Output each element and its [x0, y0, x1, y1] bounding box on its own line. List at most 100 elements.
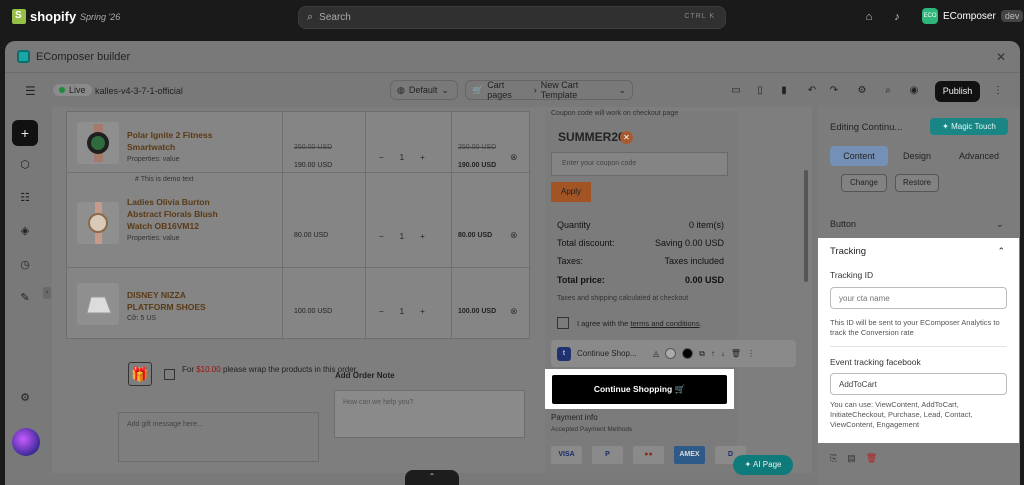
more-vertical-icon[interactable]: ⋮: [989, 82, 1007, 99]
color-swatch-dark[interactable]: [682, 348, 694, 359]
more-icon[interactable]: ⋮: [747, 349, 755, 358]
gift-message-input[interactable]: Add gift message here...: [118, 412, 319, 462]
ai-page-label: AI Page: [753, 460, 782, 469]
shopify-logo[interactable]: shopify: [12, 9, 76, 24]
remove-coupon-icon[interactable]: ✕: [620, 131, 633, 144]
quantity-stepper[interactable]: − 1 +: [379, 153, 425, 162]
chevron-down-icon[interactable]: ⌄: [996, 219, 1004, 230]
product-name[interactable]: Ladies Olivia Burton Abstract Florals Bl…: [127, 196, 227, 232]
terms-link[interactable]: terms and conditions: [630, 319, 699, 328]
templates-icon[interactable]: ☷: [12, 185, 38, 211]
close-icon[interactable]: ✕: [996, 50, 1006, 64]
bell-icon[interactable]: ♪: [890, 10, 904, 24]
mobile-view-icon[interactable]: ▮: [775, 82, 793, 99]
payment-info-subtitle: Accepted Payment Methods: [551, 426, 633, 433]
restore-button[interactable]: Restore: [895, 174, 939, 192]
delete-icon[interactable]: 🗑: [866, 453, 877, 464]
theme-style-icon[interactable]: ✎: [12, 285, 38, 311]
element-name[interactable]: Continue Shop...: [577, 349, 647, 358]
tab-design[interactable]: Design: [888, 146, 946, 166]
add-element-icon[interactable]: +: [12, 120, 38, 146]
tab-content[interactable]: Content: [830, 146, 888, 166]
desktop-view-icon[interactable]: ▭: [727, 82, 745, 99]
coupon-input[interactable]: Enter your coupon code: [551, 152, 728, 176]
cart-icon: 🛒: [472, 84, 484, 95]
tablet-view-icon[interactable]: ▯: [751, 82, 769, 99]
chevron-up-icon[interactable]: ⌃: [997, 246, 1005, 257]
remove-item-icon[interactable]: ⊗: [510, 152, 518, 163]
search-input[interactable]: ⌕ Search CTRL K: [298, 6, 726, 29]
ai-avatar[interactable]: [12, 428, 40, 456]
divider: [830, 346, 1007, 347]
change-button[interactable]: Change: [841, 174, 887, 192]
product-name[interactable]: Polar Ignite 2 Fitness Smartwatch: [127, 129, 222, 153]
remove-item-icon[interactable]: ⊗: [510, 230, 518, 241]
shopify-topbar: shopify Spring '26 ⌕ Search CTRL K ⌂ ♪ E…: [0, 0, 1024, 35]
terms-checkbox[interactable]: [557, 317, 569, 329]
table-row: Ladies Olivia Burton Abstract Florals Bl…: [67, 194, 531, 268]
qty-plus-button[interactable]: +: [420, 153, 425, 162]
agree-prefix: I agree with the: [577, 318, 629, 328]
qty-plus-button[interactable]: +: [420, 232, 425, 241]
order-note-input[interactable]: How can we help you?: [334, 390, 525, 438]
redo-icon[interactable]: ↷: [825, 82, 843, 99]
magic-touch-button[interactable]: ✦ Magic Touch: [930, 118, 1008, 135]
qty-value[interactable]: 1: [400, 153, 404, 162]
store-menu[interactable]: ECO EComposer dev: [922, 8, 1024, 24]
product-image[interactable]: [77, 283, 119, 325]
summary-row: Total discount: Saving 0.00 USD: [557, 238, 724, 248]
canvas-scrollbar[interactable]: [804, 170, 808, 282]
gift-wrap-checkbox[interactable]: [164, 369, 175, 380]
price: 190.00 USD: [294, 162, 333, 169]
quantity-stepper[interactable]: − 1 +: [379, 232, 425, 241]
amex-icon: AMEX: [674, 446, 705, 464]
qty-value[interactable]: 1: [400, 232, 404, 241]
delete-icon[interactable]: 🗑: [731, 349, 741, 358]
qty-minus-button[interactable]: −: [379, 232, 384, 241]
move-up-icon[interactable]: ↑: [711, 349, 715, 358]
live-dot-icon: [59, 87, 65, 93]
quantity-stepper[interactable]: − 1 +: [379, 307, 425, 316]
copy-icon[interactable]: ⎘: [830, 453, 837, 464]
preview-eye-icon[interactable]: ◉: [905, 82, 923, 99]
collapse-bottom-icon[interactable]: ⌃: [405, 470, 459, 485]
product-image[interactable]: [77, 202, 119, 244]
move-down-icon[interactable]: ↓: [721, 349, 725, 358]
duplicate-icon[interactable]: ⧉: [699, 349, 705, 359]
inspect-icon[interactable]: ⌕: [879, 82, 897, 99]
undo-icon[interactable]: ↶: [803, 82, 821, 99]
template-name: New Cart Template: [540, 80, 579, 100]
save-icon[interactable]: ▤: [847, 453, 856, 464]
product-name[interactable]: DISNEY NIZZA PLATFORM SHOES: [127, 289, 217, 313]
qty-value[interactable]: 1: [400, 307, 404, 316]
tracking-id-input[interactable]: [830, 287, 1007, 309]
publish-button[interactable]: Publish: [935, 81, 980, 102]
tab-advanced[interactable]: Advanced: [946, 146, 1012, 166]
apply-button[interactable]: Apply: [551, 182, 591, 202]
qty-minus-button[interactable]: −: [379, 153, 384, 162]
product-image[interactable]: [77, 122, 119, 164]
summary-label: Total price:: [557, 275, 605, 285]
summary-label: Taxes:: [557, 256, 584, 266]
color-swatch-light[interactable]: [665, 348, 677, 359]
history-icon[interactable]: ◷: [12, 252, 38, 278]
remove-item-icon[interactable]: ⊗: [510, 306, 518, 317]
qty-minus-button[interactable]: −: [379, 307, 384, 316]
settings-sliders-icon[interactable]: ⚙: [853, 82, 871, 99]
sections-icon[interactable]: ⬡: [12, 152, 38, 178]
qty-plus-button[interactable]: +: [420, 307, 425, 316]
tracking-title[interactable]: Tracking: [830, 246, 866, 257]
collapse-left-icon[interactable]: ‹: [43, 287, 51, 299]
fb-tracking-input[interactable]: AddToCart: [830, 373, 1007, 395]
settings-icon[interactable]: ⚙: [12, 385, 38, 411]
page-select[interactable]: 🛒 Cart pages › New Cart Template ⌄: [465, 80, 633, 100]
continue-shopping-button[interactable]: Continue Shopping 🛒: [552, 375, 727, 404]
layers-icon[interactable]: ◈: [12, 218, 38, 244]
language-select[interactable]: ◍ Default ⌄: [390, 80, 458, 100]
paint-icon[interactable]: ◬: [653, 349, 659, 358]
button-section[interactable]: Button: [830, 219, 856, 229]
ai-page-button[interactable]: ✦ AI Page: [733, 455, 793, 475]
inbox-icon[interactable]: ⌂: [862, 10, 876, 24]
summary-row: Taxes: Taxes included: [557, 256, 724, 266]
menu-icon[interactable]: ☰: [25, 84, 36, 98]
